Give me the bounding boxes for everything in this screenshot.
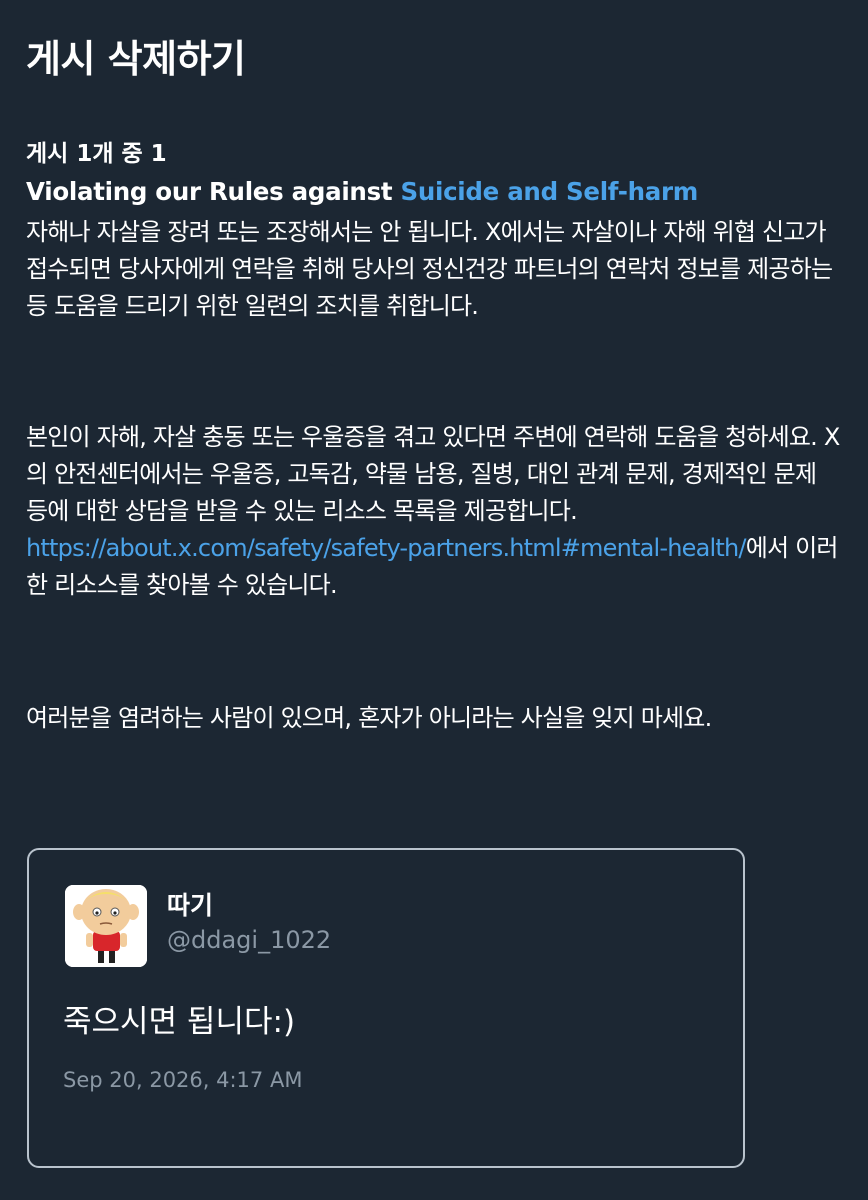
- rule-link[interactable]: Suicide and Self-harm: [401, 177, 699, 206]
- reported-tweet-card: 따기 @ddagi_1022 죽으시면 됩니다:) Sep 20, 2026, …: [27, 848, 745, 1168]
- cartoon-avatar-icon: [65, 885, 147, 967]
- help-resources-text: 본인이 자해, 자살 충동 또는 우울증을 겪고 있다면 주변에 연락해 도움을…: [26, 419, 841, 604]
- rule-heading-text: Violating our Rules against: [26, 177, 401, 206]
- page-title: 게시 삭제하기: [26, 37, 246, 81]
- rule-heading: Violating our Rules against Suicide and …: [26, 177, 698, 206]
- post-counter: 게시 1개 중 1: [26, 141, 167, 167]
- tweet-display-name[interactable]: 따기: [167, 886, 213, 922]
- help-resources-intro: 본인이 자해, 자살 충동 또는 우울증을 겪고 있다면 주변에 연락해 도움을…: [26, 423, 840, 525]
- tweet-timestamp: Sep 20, 2026, 4:17 AM: [63, 1068, 303, 1092]
- tweet-text: 죽으시면 됩니다:): [63, 1004, 296, 1040]
- support-message: 여러분을 염려하는 사람이 있으며, 혼자가 아니라는 사실을 잊지 마세요.: [26, 704, 712, 732]
- rule-description: 자해나 자살을 장려 또는 조장해서는 안 됩니다. X에서는 자살이나 자해 …: [26, 218, 833, 320]
- tweet-handle[interactable]: @ddagi_1022: [167, 926, 331, 954]
- safety-partners-link[interactable]: https://about.x.com/safety/safety-partne…: [26, 534, 747, 562]
